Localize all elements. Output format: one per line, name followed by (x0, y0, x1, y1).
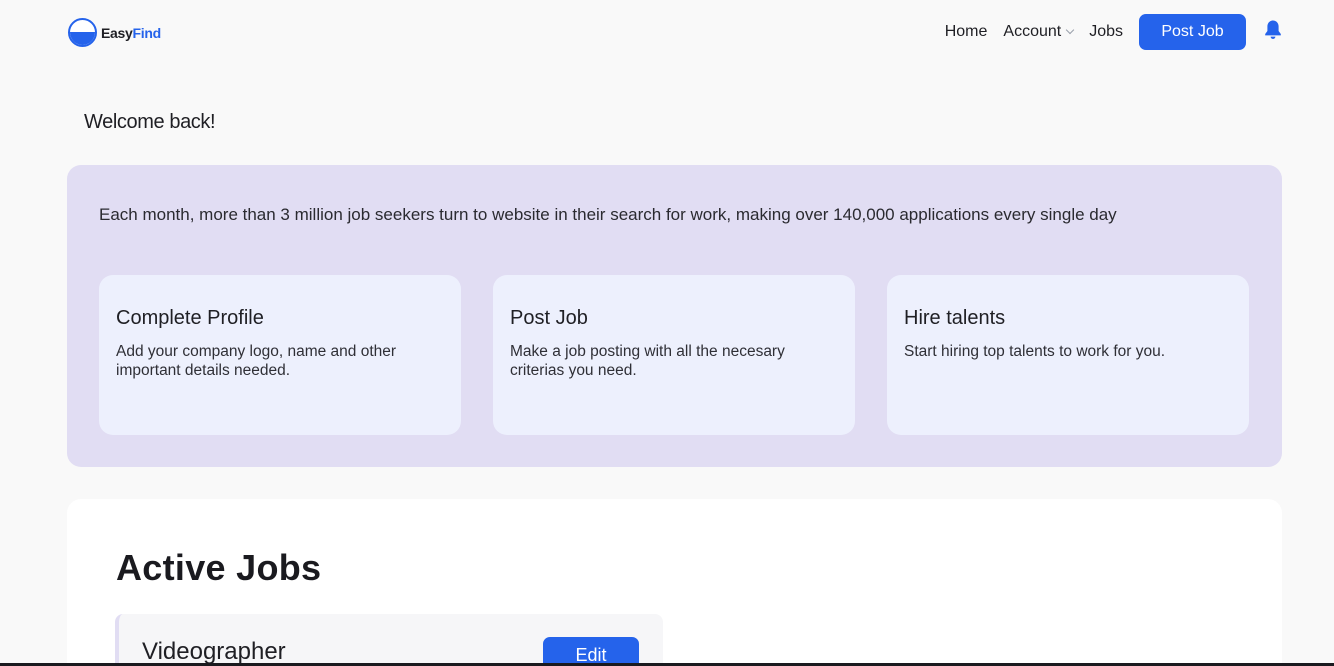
welcome-heading: Welcome back! (84, 111, 216, 133)
card-title: Hire talents (904, 307, 1006, 329)
card-description: Add your company logo, name and other im… (116, 343, 397, 379)
card-post-job[interactable]: Post Job Make a job posting with all the… (493, 275, 855, 435)
card-title: Post Job (510, 307, 588, 329)
main-nav: Home Account Jobs Post Job (945, 14, 1282, 50)
active-jobs-title: Active Jobs (116, 547, 322, 588)
job-card[interactable]: Videographer Edit (115, 614, 663, 666)
nav-account-dropdown[interactable]: Account (1003, 23, 1075, 41)
card-description: Make a job posting with all the necesary… (510, 343, 785, 379)
banner-text: Each month, more than 3 million job seek… (99, 205, 1117, 224)
card-complete-profile[interactable]: Complete Profile Add your company logo, … (99, 275, 461, 435)
active-jobs-panel: Active Jobs Videographer Edit (67, 499, 1282, 666)
logo-icon (68, 18, 97, 47)
logo-text-find: Find (132, 24, 162, 41)
bell-icon[interactable] (1264, 19, 1282, 41)
top-header: EasyFind Home Account Jobs Post Job (0, 0, 1334, 66)
card-title: Complete Profile (116, 307, 264, 329)
nav-account-label: Account (1003, 23, 1062, 40)
edit-job-button[interactable]: Edit (543, 637, 639, 666)
nav-jobs-link[interactable]: Jobs (1089, 23, 1123, 41)
card-description: Start hiring top talents to work for you… (904, 343, 1166, 360)
job-title: Videographer (142, 638, 286, 665)
post-job-button[interactable]: Post Job (1139, 14, 1246, 50)
logo[interactable]: EasyFind (68, 18, 161, 47)
info-banner: Each month, more than 3 million job seek… (67, 165, 1282, 467)
logo-text: EasyFind (101, 25, 161, 41)
feature-cards: Complete Profile Add your company logo, … (99, 275, 1249, 435)
nav-home-link[interactable]: Home (945, 23, 988, 41)
card-hire-talents[interactable]: Hire talents Start hiring top talents to… (887, 275, 1249, 435)
chevron-down-icon (1065, 25, 1075, 35)
logo-text-easy: Easy (101, 24, 133, 41)
